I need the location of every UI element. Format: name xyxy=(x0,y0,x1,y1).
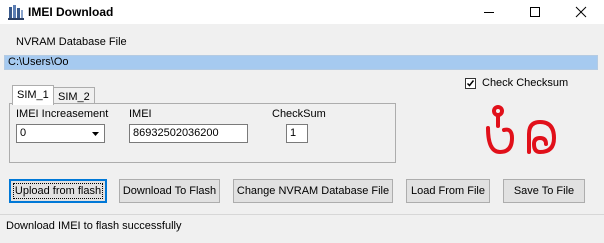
minimize-icon xyxy=(484,12,494,13)
tab-sim-1[interactable]: SIM_1 xyxy=(12,85,54,105)
load-from-file-label: Load From File xyxy=(411,185,485,197)
tab-sim-1-label: SIM_1 xyxy=(17,89,49,101)
save-to-file-button[interactable]: Save To File xyxy=(503,179,585,203)
maximize-icon xyxy=(530,7,540,17)
imei-increasement-value: 0 xyxy=(20,127,27,139)
change-nvram-database-file-button[interactable]: Change NVRAM Database File xyxy=(233,179,393,203)
minimize-button[interactable] xyxy=(466,0,512,24)
load-from-file-button[interactable]: Load From File xyxy=(406,179,490,203)
tab-sim-2-label: SIM_2 xyxy=(58,91,90,103)
save-to-file-label: Save To File xyxy=(513,185,575,197)
check-checksum-label: Check Checksum xyxy=(482,77,569,89)
sim-tab-panel: IMEI Increasement 0 IMEI 86932502036200 … xyxy=(9,103,396,163)
checksum-label: CheckSum xyxy=(272,108,326,120)
imei-input[interactable]: 86932502036200 xyxy=(129,124,248,143)
chevron-down-icon xyxy=(92,132,99,136)
maximize-button[interactable] xyxy=(512,0,558,24)
nvram-label: NVRAM Database File xyxy=(16,36,127,48)
status-text: Download IMEI to flash successfully xyxy=(6,220,182,232)
status-bar: Download IMEI to flash successfully xyxy=(0,214,604,238)
check-checksum-checkbox[interactable] xyxy=(465,78,476,89)
checkmark-icon xyxy=(466,80,475,87)
brand-logo xyxy=(486,105,557,155)
nvram-path-field[interactable]: C:\Users\Oo xyxy=(4,55,598,70)
app-icon xyxy=(8,5,24,20)
imei-increasement-label: IMEI Increasement xyxy=(16,108,109,120)
change-nvram-database-file-label: Change NVRAM Database File xyxy=(236,185,390,197)
upload-from-flash-button[interactable]: Upload from flash xyxy=(9,179,107,203)
window-title: IMEI Download xyxy=(28,5,114,19)
close-icon xyxy=(575,6,587,18)
download-to-flash-label: Download To Flash xyxy=(122,185,217,197)
download-to-flash-button[interactable]: Download To Flash xyxy=(119,179,220,203)
close-button[interactable] xyxy=(558,0,604,24)
title-bar: IMEI Download xyxy=(0,0,604,24)
imei-increasement-dropdown[interactable]: 0 xyxy=(16,124,105,143)
checksum-input[interactable]: 1 xyxy=(286,124,308,143)
imei-label: IMEI xyxy=(129,108,152,120)
upload-from-flash-label: Upload from flash xyxy=(12,183,104,199)
